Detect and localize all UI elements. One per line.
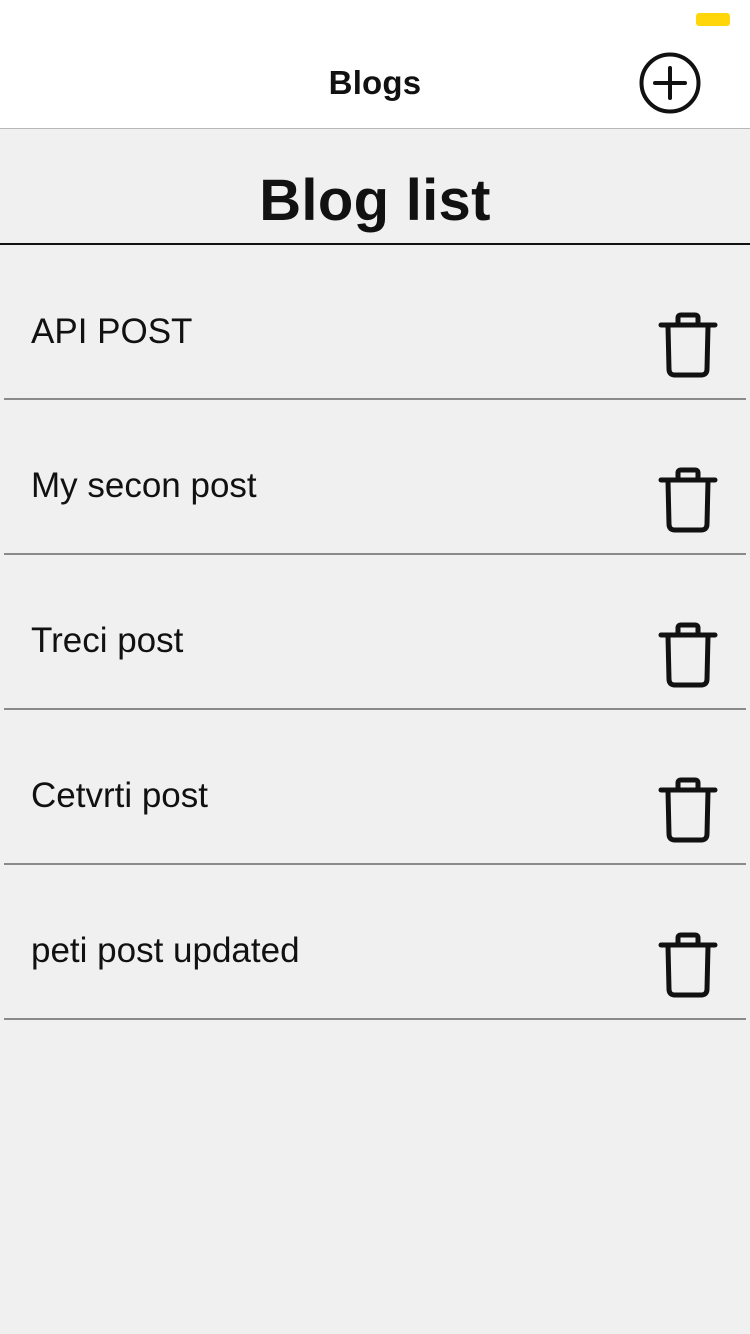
list-header: Blog list bbox=[0, 129, 750, 245]
list-item[interactable]: peti post updated bbox=[4, 865, 746, 1020]
post-title: Cetvrti post bbox=[31, 776, 208, 815]
list-item[interactable]: Cetvrti post bbox=[4, 710, 746, 865]
delete-post-button[interactable] bbox=[652, 931, 722, 1001]
trash-icon bbox=[658, 467, 718, 533]
trash-icon bbox=[658, 932, 718, 998]
delete-post-button[interactable] bbox=[652, 621, 722, 691]
delete-post-button[interactable] bbox=[652, 466, 722, 536]
screen: Blogs Blog list API POST My secon post T… bbox=[0, 0, 750, 1334]
post-title: My secon post bbox=[31, 466, 257, 505]
post-title: peti post updated bbox=[31, 931, 300, 970]
list-item[interactable]: Treci post bbox=[4, 555, 746, 710]
list-item[interactable]: API POST bbox=[4, 245, 746, 400]
status-bar bbox=[0, 0, 750, 40]
battery-icon bbox=[696, 13, 730, 26]
post-list: API POST My secon post Treci post Cetvrt… bbox=[0, 245, 750, 1020]
delete-post-button[interactable] bbox=[652, 311, 722, 381]
trash-icon bbox=[658, 777, 718, 843]
trash-icon bbox=[658, 312, 718, 378]
list-item[interactable]: My secon post bbox=[4, 400, 746, 555]
delete-post-button[interactable] bbox=[652, 776, 722, 846]
post-title: Treci post bbox=[31, 621, 184, 660]
add-post-button[interactable] bbox=[638, 51, 702, 115]
trash-icon bbox=[658, 622, 718, 688]
page-title: Blog list bbox=[259, 168, 491, 233]
navigation-bar: Blogs bbox=[0, 40, 750, 129]
plus-circle-icon bbox=[639, 52, 701, 114]
post-title: API POST bbox=[31, 312, 193, 351]
